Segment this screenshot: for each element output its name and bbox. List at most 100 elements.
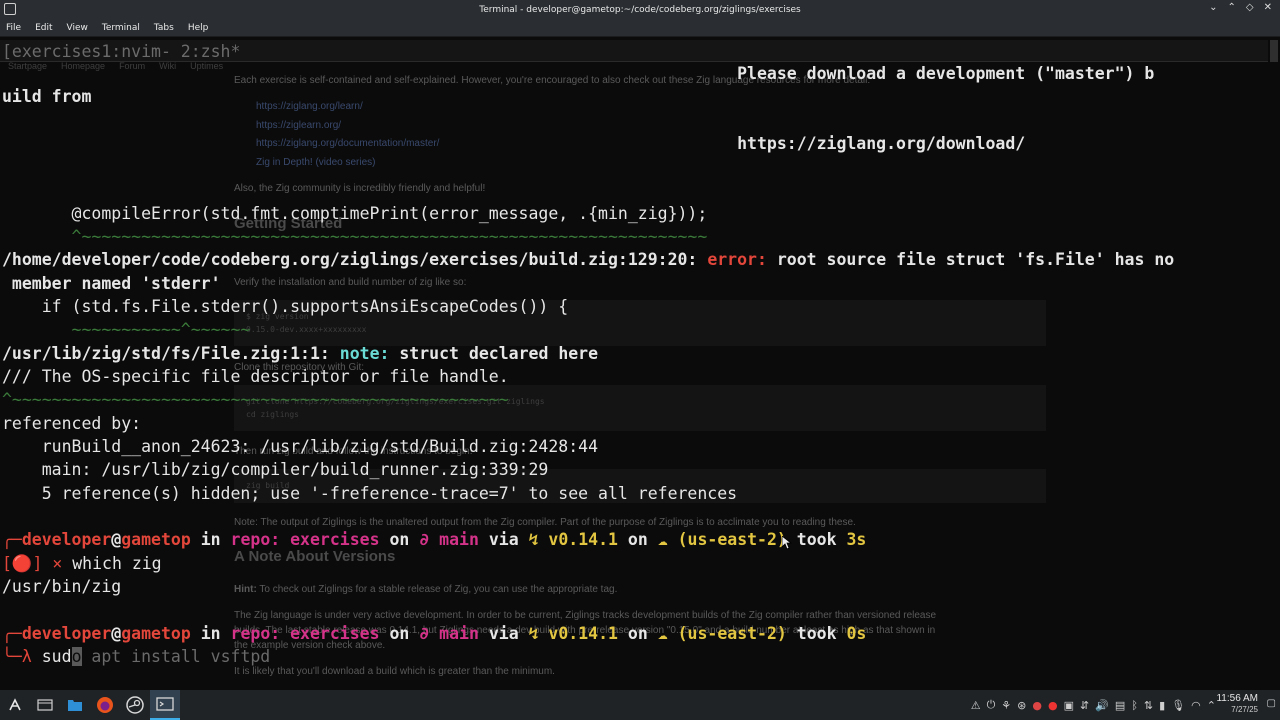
prompt-zig-version: ↯ v0.14.1 bbox=[528, 624, 618, 643]
folder-icon bbox=[68, 700, 82, 711]
error-path: /home/developer/code/codeberg.org/ziglin… bbox=[2, 250, 708, 269]
prompt-via: via bbox=[478, 624, 529, 643]
terminal-app-icon bbox=[4, 3, 16, 15]
launcher-icon bbox=[9, 698, 21, 711]
prompt-on2: on bbox=[617, 530, 658, 549]
prompt-via: via bbox=[478, 530, 529, 549]
file-manager-button[interactable] bbox=[60, 690, 90, 720]
prompt-on: on bbox=[379, 624, 420, 643]
autosuggestion: apt install vsftpd bbox=[81, 647, 271, 666]
system-tray: ⚠ ⏻ ⚘ ⊛ ● ● ▣ ⇵ 🔊 ▤ ᛒ ⇅ ▮ 🎙 ◠ ⌃ bbox=[971, 690, 1216, 720]
term-line: ~~~~~~~~~~~^~~~~~~ bbox=[2, 320, 251, 339]
battery-icon[interactable]: ▮ bbox=[1159, 699, 1165, 712]
error-message: root source file struct 'fs.File' has no bbox=[776, 250, 1175, 269]
prompt-aws-region: ☁ (us-east-2) bbox=[657, 624, 787, 643]
mouse-pointer-icon bbox=[782, 536, 792, 550]
exit-status-icon: [🔴] × bbox=[2, 554, 63, 573]
taskbar: ⚠ ⏻ ⚘ ⊛ ● ● ▣ ⇵ 🔊 ▤ ᛒ ⇅ ▮ 🎙 ◠ ⌃ 11:56 AM… bbox=[0, 690, 1280, 720]
firefox-icon bbox=[97, 697, 113, 713]
close-button[interactable]: ✕ bbox=[1264, 2, 1272, 13]
note-path: /usr/lib/zig/std/fs/File.zig:1:1: bbox=[2, 344, 340, 363]
steam-button[interactable] bbox=[120, 690, 150, 720]
tmux-status-line[interactable]: [exercises1:nvim- 2:zsh* bbox=[0, 40, 1268, 62]
disk-icon[interactable]: ▣ bbox=[1064, 699, 1074, 712]
record-icon[interactable]: ● bbox=[1048, 699, 1058, 712]
menu-terminal[interactable]: Terminal bbox=[102, 23, 140, 33]
prompt-took: took bbox=[786, 624, 847, 643]
prompt-in: in bbox=[190, 624, 231, 643]
maximize-button[interactable]: ⌃ bbox=[1228, 2, 1236, 13]
wifi-icon[interactable]: ◠ bbox=[1191, 699, 1201, 712]
prompt-user: developer bbox=[21, 624, 112, 643]
show-desktop-icon[interactable]: ▢ bbox=[1267, 698, 1276, 709]
pager-button[interactable] bbox=[30, 690, 60, 720]
firefox-button[interactable] bbox=[90, 690, 120, 720]
command-input-line[interactable]: ╰─λ sudo apt install vsftpd bbox=[2, 645, 270, 668]
prompt-at: @ bbox=[111, 530, 122, 549]
terminal-task-button[interactable] bbox=[150, 690, 180, 720]
steam-icon bbox=[126, 696, 144, 714]
updates-icon[interactable]: ⇵ bbox=[1080, 699, 1089, 712]
window-title: Terminal - developer@gametop:~/code/code… bbox=[479, 4, 801, 15]
network-manager-icon[interactable]: ⚘ bbox=[1001, 699, 1011, 712]
menu-view[interactable]: View bbox=[67, 23, 88, 33]
window-titlebar[interactable]: Terminal - developer@gametop:~/code/code… bbox=[0, 0, 1280, 19]
term-line: main: /usr/lib/zig/compiler/build_runner… bbox=[2, 460, 549, 479]
note-message: struct declared here bbox=[399, 344, 599, 363]
clock[interactable]: 11:56 AM 7/27/25 bbox=[1202, 693, 1258, 715]
command-text: which zig bbox=[62, 554, 162, 573]
power-profile-icon[interactable]: ⏻ bbox=[987, 698, 996, 712]
color-picker-icon[interactable]: ● bbox=[1032, 699, 1042, 712]
clock-date: 7/27/25 bbox=[1231, 705, 1258, 714]
prompt-user: developer bbox=[21, 530, 112, 549]
window-controls: ⌄ ⌃ ◇ ✕ bbox=[1209, 2, 1272, 13]
bg-hint-label: Hint: bbox=[234, 584, 257, 595]
app-launcher-button[interactable] bbox=[0, 690, 30, 720]
bg-code-line: cd ziglings bbox=[246, 410, 299, 419]
menu-edit[interactable]: Edit bbox=[35, 23, 52, 33]
bluetooth-icon[interactable]: ᛒ bbox=[1131, 699, 1138, 712]
term-line: ^~~~~~~~~~~~~~~~~~~~~~~~~~~~~~~~~~~~~~~~… bbox=[2, 227, 708, 246]
error-label: error: bbox=[707, 250, 777, 269]
term-line: if (std.fs.File.stderr().supportsAnsiEsc… bbox=[2, 297, 569, 316]
term-line: referenced by: bbox=[2, 414, 142, 433]
steam-tray-icon[interactable]: ⊛ bbox=[1017, 699, 1026, 712]
prompt-host: gametop bbox=[121, 530, 191, 549]
term-line: runBuild__anon_24623: /usr/lib/zig/std/B… bbox=[2, 437, 599, 456]
text-cursor: o bbox=[71, 647, 82, 666]
term-line: ^~~~~~~~~~~~~~~~~~~~~~~~~~~~~~~~~~~~~~~~… bbox=[2, 390, 509, 409]
typed-command: sud bbox=[31, 647, 72, 666]
note-label: note: bbox=[339, 344, 400, 363]
prompt-branch: ∂ main bbox=[419, 624, 479, 643]
term-note-line: /usr/lib/zig/std/fs/File.zig:1:1: note: … bbox=[2, 342, 598, 365]
bg-link: https://ziglang.org/learn/ bbox=[256, 101, 363, 112]
bg-verify: Verify the installation and build number… bbox=[234, 277, 467, 288]
bg-para: It is likely that you'll download a buil… bbox=[234, 666, 555, 677]
warning-icon[interactable]: ⚠ bbox=[971, 699, 981, 712]
prompt-in: in bbox=[190, 530, 231, 549]
terminal-area[interactable]: Startpage Homepage Forum Wiki Uptimes Ea… bbox=[0, 37, 1280, 690]
volume-icon[interactable]: 🔊 bbox=[1095, 699, 1109, 712]
menu-tabs[interactable]: Tabs bbox=[154, 23, 174, 33]
minimize-button[interactable]: ⌄ bbox=[1209, 2, 1217, 13]
prompt-aws-region: ☁ (us-east-2) bbox=[657, 530, 787, 549]
term-line: /// The OS-specific file descriptor or f… bbox=[2, 367, 509, 386]
network-icon[interactable]: ⇅ bbox=[1144, 699, 1153, 712]
term-error-line: /home/developer/code/codeberg.org/ziglin… bbox=[2, 248, 1174, 271]
term-line: @compileError(std.fmt.comptimePrint(erro… bbox=[2, 204, 708, 223]
terminal-icon bbox=[156, 697, 174, 711]
menu-file[interactable]: File bbox=[6, 23, 21, 33]
keep-above-button[interactable]: ◇ bbox=[1246, 2, 1254, 13]
bg-para: The Zig language is under very active de… bbox=[234, 610, 937, 621]
term-line: 5 reference(s) hidden; use '-freference-… bbox=[2, 484, 738, 503]
bg-hint: Hint: To check out Ziglings for a stable… bbox=[234, 584, 617, 595]
terminal-scrollbar[interactable] bbox=[1270, 40, 1278, 62]
menu-help[interactable]: Help bbox=[188, 23, 209, 33]
term-line: https://ziglang.org/download/ bbox=[2, 134, 1026, 153]
bg-link: https://ziglearn.org/ bbox=[256, 120, 342, 131]
microphone-icon[interactable]: 🎙 bbox=[1171, 699, 1185, 712]
lambda-prompt-icon: λ bbox=[21, 647, 32, 666]
prompt-duration: 0s bbox=[846, 624, 867, 643]
command-line: [🔴] × which zig bbox=[2, 552, 162, 575]
clipboard-icon[interactable]: ▤ bbox=[1115, 699, 1125, 712]
